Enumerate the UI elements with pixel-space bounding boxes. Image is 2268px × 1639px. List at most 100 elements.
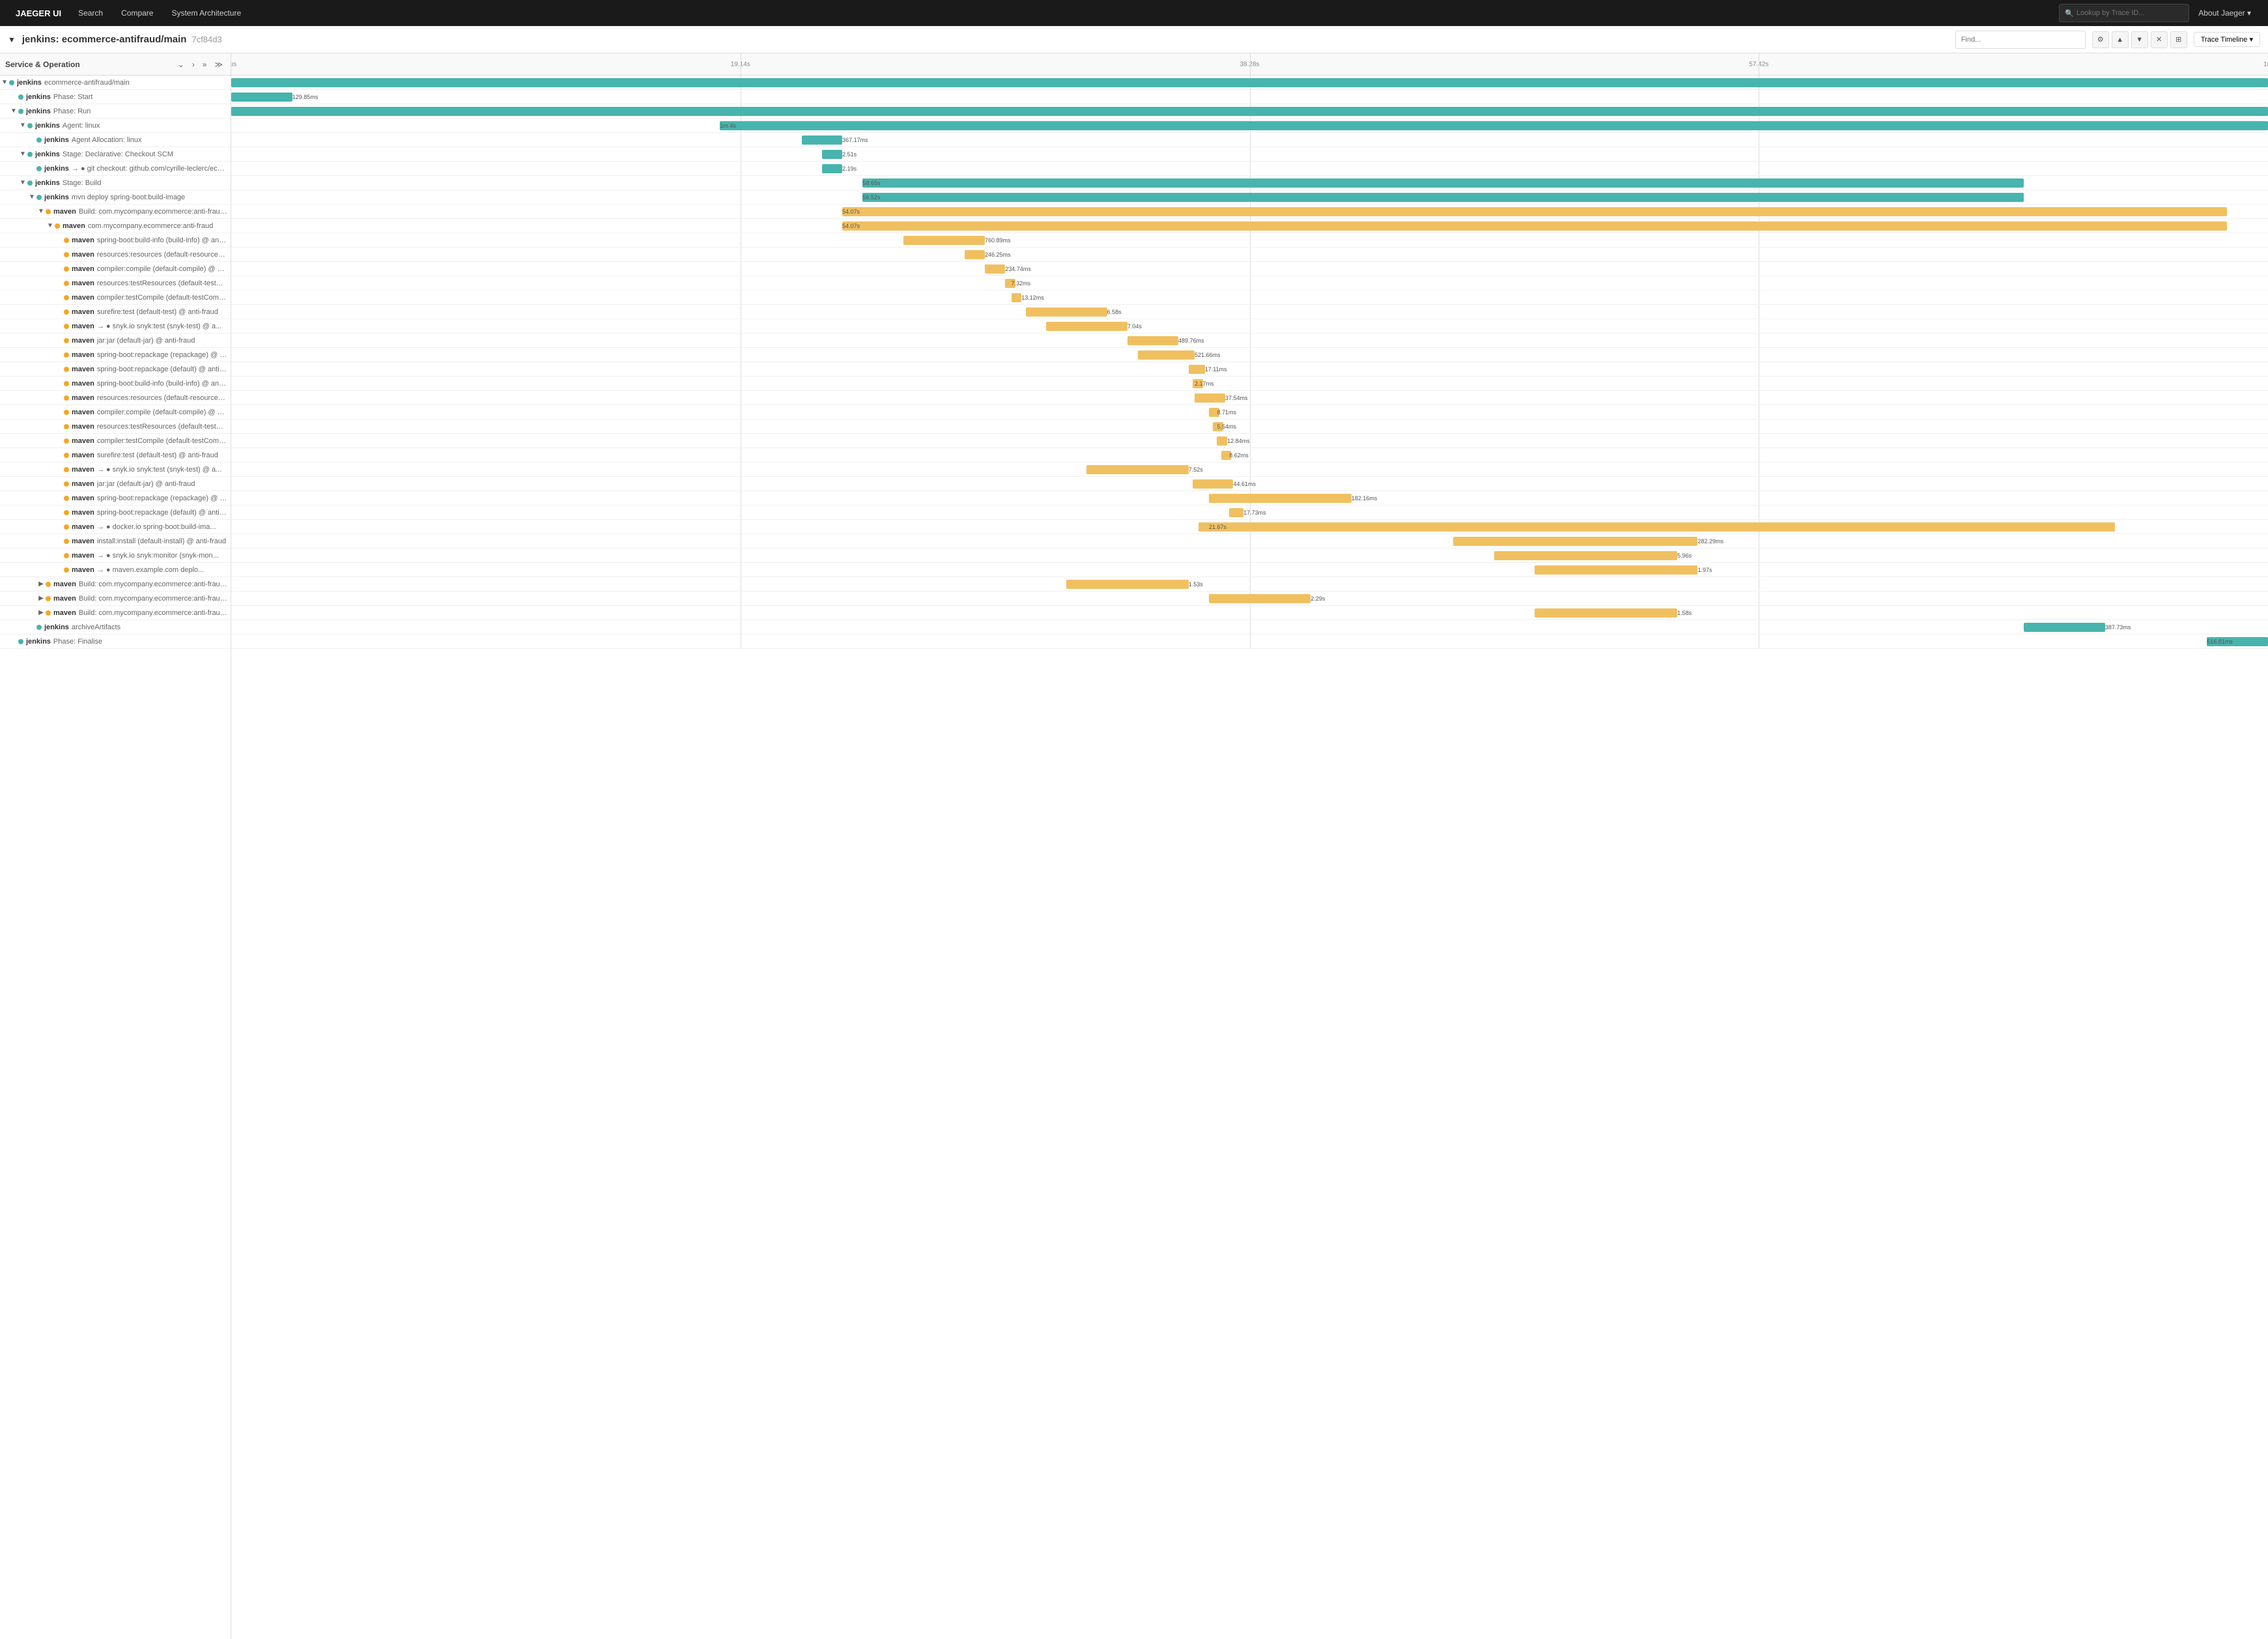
tree-row[interactable]: mavenspring-boot:repackage (default) @ a… [0,506,231,520]
span-bar[interactable] [1494,551,1677,560]
trace-timeline-btn[interactable]: Trace Timeline ▾ [2194,32,2260,47]
span-bar[interactable] [1138,350,1195,360]
expand-btn[interactable]: ▼ [36,208,46,215]
span-bar[interactable] [1209,494,1352,503]
span-bar[interactable] [1046,322,1127,331]
span-bar[interactable] [1195,393,1225,403]
expand-btn[interactable]: ▼ [9,107,18,115]
settings-btn[interactable]: ⚙ [2092,31,2109,48]
tree-row[interactable]: jenkinsarchiveArtifacts [0,620,231,634]
span-bar[interactable] [2024,623,2105,632]
nav-system-architecture[interactable]: System Architecture [162,0,250,26]
expand-btn[interactable]: ▶ [36,580,46,588]
tree-row[interactable]: mavenjar:jar (default-jar) @ anti-fraud [0,477,231,491]
next-btn[interactable]: ▼ [2131,31,2148,48]
tree-row[interactable]: mavensurefire:test (default-test) @ anti… [0,448,231,463]
nav-search[interactable]: Search [69,0,112,26]
tree-row[interactable]: mavenjar:jar (default-jar) @ anti-fraud [0,334,231,348]
trace-find[interactable] [1955,31,2086,49]
span-bar[interactable] [802,135,843,145]
close-btn[interactable]: ✕ [2151,31,2168,48]
trace-find-input[interactable] [1961,36,2080,44]
tree-row[interactable]: ▼jenkinsecommerce-antifraud/main [0,76,231,90]
trace-id-input[interactable] [2077,9,2183,17]
span-bar[interactable] [1189,365,1205,374]
span-bar[interactable] [1012,293,1022,302]
expand-btn[interactable]: ▶ [36,609,46,616]
tree-row[interactable]: ▶mavenBuild: com.mycompany.ecommerce:ant… [0,606,231,620]
more-btn[interactable]: ≫ [212,59,225,70]
tree-row[interactable]: mavenresources:testResources (default-te… [0,420,231,434]
span-bar[interactable] [822,164,842,173]
tree-row[interactable]: ▼jenkinsPhase: Run [0,104,231,119]
span-bar[interactable] [1198,522,2115,532]
tree-row[interactable]: ▼jenkinsStage: Declarative: Checkout SCM [0,147,231,162]
expand-btn[interactable]: ▼ [18,122,27,129]
tree-row[interactable]: mavencompiler:compile (default-compile) … [0,405,231,420]
tree-row[interactable]: maven→ ● maven.example.com deplo... [0,563,231,577]
tree-row[interactable]: ▼mavencom.mycompany.ecommerce:anti-fraud [0,219,231,233]
span-bar[interactable] [231,93,292,102]
expand-btn[interactable]: ▼ [18,150,27,158]
span-bar[interactable] [1086,465,1188,474]
prev-btn[interactable]: ▲ [2112,31,2129,48]
tree-row[interactable]: mavencompiler:testCompile (default-testC… [0,291,231,305]
tree-row[interactable]: ▼mavenBuild: com.mycompany.ecommerce:ant… [0,205,231,219]
span-bar[interactable] [842,207,2227,216]
tree-row[interactable]: mavencompiler:compile (default-compile) … [0,262,231,276]
span-bar[interactable] [903,236,985,245]
nav-compare[interactable]: Compare [112,0,162,26]
span-bar[interactable] [1453,537,1697,546]
tree-row[interactable]: maven→ ● snyk.io snyk:monitor (snyk-mon.… [0,549,231,563]
span-bar[interactable] [822,150,842,159]
tree-row[interactable]: ▼jenkinsStage: Build [0,176,231,190]
tree-row[interactable]: maven→ ● snyk.io snyk:test (snyk-test) @… [0,319,231,334]
collapse-icon[interactable]: ▼ [8,35,16,44]
span-bar[interactable] [1535,608,1677,618]
span-bar[interactable] [1193,479,1234,489]
nav-about[interactable]: About Jaeger ▾ [2189,8,2260,18]
tree-row[interactable]: mavenresources:resources (default-resour… [0,391,231,405]
tree-row[interactable]: jenkinsPhase: Start [0,90,231,104]
collapse-all-btn[interactable]: ⌄ [175,59,187,70]
span-bar[interactable] [965,250,985,259]
span-bar[interactable] [231,78,2268,87]
span-bar[interactable] [1217,436,1227,446]
grid-btn[interactable]: ⊞ [2170,31,2187,48]
tree-row[interactable]: mavencompiler:testCompile (default-testC… [0,434,231,448]
expand-btn[interactable]: ▶ [36,595,46,602]
span-bar[interactable] [862,193,2023,202]
expand-btn[interactable]: ▼ [18,179,27,186]
tree-row[interactable]: maveninstall:install (default-install) @… [0,534,231,549]
tree-row[interactable]: jenkinsPhase: Finalise [0,634,231,649]
span-bar[interactable] [1209,594,1311,603]
tree-row[interactable]: mavenresources:resources (default-resour… [0,248,231,262]
span-bar[interactable] [1535,565,1697,575]
tree-row[interactable]: maven→ ● snyk.io snyk:test (snyk-test) @… [0,463,231,477]
tree-row[interactable]: mavenresources:testResources (default-te… [0,276,231,291]
tree-row[interactable]: ▶mavenBuild: com.mycompany.ecommerce:ant… [0,577,231,591]
span-bar[interactable] [842,221,2227,231]
expand-btn[interactable]: ▼ [0,79,9,86]
tree-row[interactable]: mavenspring-boot:repackage (repackage) @… [0,491,231,506]
expand-btn[interactable]: ▼ [46,222,55,229]
tree-row[interactable]: ▼jenkinsAgent: linux [0,119,231,133]
tree-row[interactable]: ▼jenkinsmvn deploy spring-boot:build-ima… [0,190,231,205]
tree-row[interactable]: mavenspring-boot:repackage (default) @ a… [0,362,231,377]
tree-row[interactable]: maven→ ● docker.io spring-boot:build-ima… [0,520,231,534]
expand-all-btn[interactable]: » [200,59,210,70]
span-bar[interactable] [720,121,2268,130]
tree-row[interactable]: mavensurefire:test (default-test) @ anti… [0,305,231,319]
span-bar[interactable] [985,264,1005,274]
span-bar[interactable] [1229,508,1243,517]
span-bar[interactable] [862,178,2023,188]
tree-row[interactable]: jenkins→ ● git checkout: github.com/cyri… [0,162,231,176]
trace-lookup[interactable]: 🔍 [2059,4,2189,22]
expand-one-btn[interactable]: › [190,59,197,70]
span-bar[interactable] [1066,580,1189,589]
tree-row[interactable]: mavenspring-boot:repackage (repackage) @… [0,348,231,362]
expand-btn[interactable]: ▼ [27,193,36,201]
tree-row[interactable]: mavenspring-boot:build-info (build-info)… [0,233,231,248]
span-bar[interactable] [1127,336,1178,345]
tree-row[interactable]: jenkinsAgent Allocation: linux [0,133,231,147]
